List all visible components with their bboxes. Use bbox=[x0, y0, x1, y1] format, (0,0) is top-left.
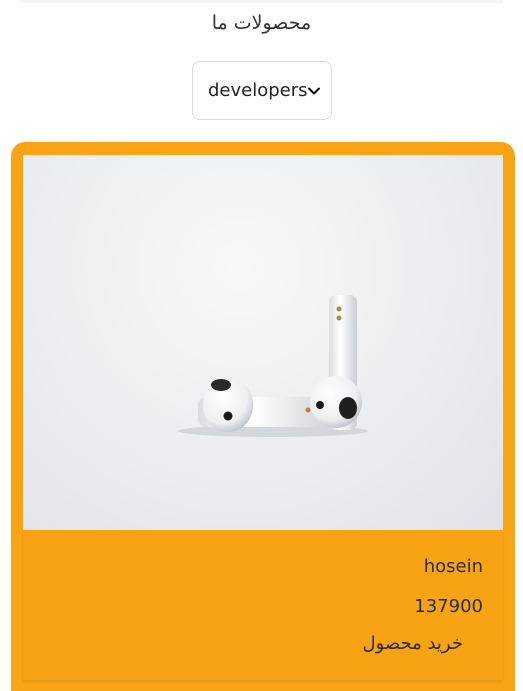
product-price: 137900 bbox=[414, 596, 483, 617]
category-select[interactable]: developers bbox=[192, 61, 332, 120]
product-card: hosein 137900 خرید محصول bbox=[11, 142, 515, 691]
top-divider bbox=[20, 0, 503, 3]
category-select-value: developers bbox=[208, 80, 308, 101]
product-image bbox=[23, 155, 503, 530]
product-info: hosein 137900 خرید محصول bbox=[23, 530, 503, 680]
product-name: hosein bbox=[423, 556, 483, 577]
buy-product-button[interactable]: خرید محصول bbox=[363, 633, 464, 654]
chevron-down-icon bbox=[308, 87, 320, 95]
earbuds-illustration bbox=[178, 295, 368, 437]
page-title: محصولات ما bbox=[211, 12, 312, 34]
